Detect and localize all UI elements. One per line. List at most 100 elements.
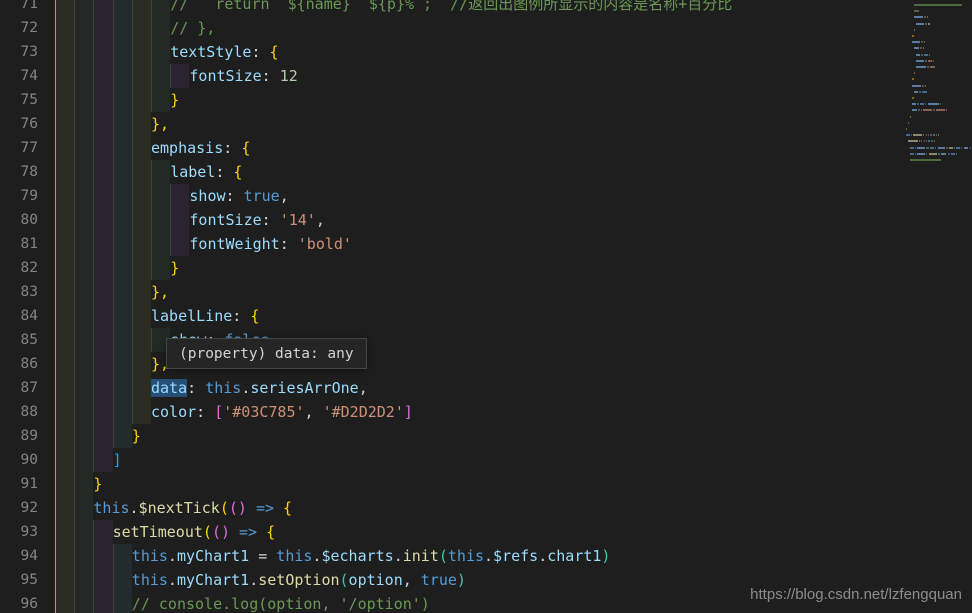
minimap-line <box>932 59 935 62</box>
minimap-line <box>928 152 938 155</box>
code-line[interactable]: }, <box>46 280 926 304</box>
indent-guide-line <box>112 376 114 400</box>
code-line[interactable]: label: { <box>46 160 926 184</box>
indent-guide-line <box>93 424 95 448</box>
indent-guide-line <box>151 40 152 64</box>
indent-guide-line <box>74 376 76 400</box>
indent-guide-line <box>93 280 95 304</box>
indent-guide-line <box>74 448 76 472</box>
code-line[interactable]: show: true, <box>46 184 926 208</box>
watermark-text: https://blog.csdn.net/lzfengquan <box>750 586 962 603</box>
code-token: ) <box>601 547 611 565</box>
code-line[interactable]: emphasis: { <box>46 136 926 160</box>
indent-guide-line <box>170 184 172 208</box>
code-line-text: // }, <box>170 16 215 40</box>
code-line[interactable]: textStyle: { <box>46 40 926 64</box>
indent-guide-block <box>112 256 132 280</box>
indent-guide-block <box>151 88 171 112</box>
code-line[interactable]: } <box>46 472 926 496</box>
indent-guide-line <box>112 112 114 136</box>
code-line[interactable]: setTimeout(() => { <box>46 520 926 544</box>
minimap[interactable] <box>900 0 972 613</box>
active-indent-guide <box>55 160 56 184</box>
indent-guide-block <box>131 256 151 280</box>
indent-guide-block <box>93 0 113 16</box>
code-line[interactable]: labelLine: { <box>46 304 926 328</box>
code-line-text: }, <box>151 280 169 304</box>
indent-guide-line <box>131 136 133 160</box>
indent-guide-line <box>151 232 152 256</box>
indent-guide-line <box>74 256 76 280</box>
indent-guide-line <box>170 208 172 232</box>
code-token: fontSize <box>189 211 262 229</box>
code-line[interactable]: // return `${name} ${p}%`; //返回出图例所显示的内容… <box>46 0 926 16</box>
indent-guide-line <box>151 208 152 232</box>
line-number: 89 <box>20 428 38 444</box>
code-token: { <box>283 499 293 517</box>
code-line[interactable]: this.myChart1 = this.$echarts.init(this.… <box>46 544 926 568</box>
indent-guide-block <box>112 424 132 448</box>
code-line[interactable]: // }, <box>46 16 926 40</box>
indent-guide-line <box>112 544 114 568</box>
minimap-line <box>916 53 920 56</box>
minimap-line <box>913 134 922 137</box>
minimap-line <box>912 103 916 106</box>
editor-code-area[interactable]: // return `${name} ${p}%`; //返回出图例所显示的内容… <box>46 0 926 613</box>
code-token: { <box>266 523 276 541</box>
indent-guide-block <box>93 520 113 544</box>
indent-guide-block <box>112 376 132 400</box>
minimap-line <box>946 146 948 149</box>
indent-guide-line <box>93 376 95 400</box>
indent-guide-block <box>93 448 113 472</box>
code-line[interactable]: }, <box>46 112 926 136</box>
minimap-line <box>963 146 969 149</box>
indent-guide-block <box>93 568 113 592</box>
indent-guide-line <box>74 40 76 64</box>
code-line[interactable]: fontSize: 12 <box>46 64 926 88</box>
code-line[interactable]: } <box>46 256 926 280</box>
indent-guide-block <box>170 208 190 232</box>
indent-guide-block <box>151 160 171 184</box>
code-token: , <box>402 571 421 589</box>
code-editor[interactable]: // return `${name} ${p}%`; //返回出图例所显示的内容… <box>0 0 972 613</box>
indent-guide-line <box>74 64 76 88</box>
code-token: textStyle <box>170 43 252 61</box>
indent-guide-block <box>112 592 132 613</box>
line-number: 92 <box>20 500 38 516</box>
indent-guide-line <box>112 232 114 256</box>
code-token: this <box>205 379 242 397</box>
code-token: '14' <box>279 211 316 229</box>
code-token: emphasis <box>151 139 224 157</box>
minimap-line <box>937 146 946 149</box>
active-indent-guide <box>55 352 56 376</box>
indent-guide-block <box>93 16 113 40</box>
code-line[interactable]: data: this.seriesArrOne, <box>46 376 926 400</box>
minimap-line <box>928 140 931 143</box>
code-token: this <box>93 499 130 517</box>
minimap-line <box>923 109 932 112</box>
code-token: fontSize <box>189 67 262 85</box>
indent-guide-block <box>74 592 94 613</box>
code-line[interactable]: ] <box>46 448 926 472</box>
code-line[interactable]: } <box>46 424 926 448</box>
code-line[interactable]: } <box>46 88 926 112</box>
minimap-line <box>923 16 926 19</box>
indent-guide-line <box>112 136 114 160</box>
indent-guide-line <box>131 112 133 136</box>
active-indent-guide <box>55 424 56 448</box>
minimap-line <box>929 53 931 56</box>
active-indent-guide <box>55 16 56 40</box>
code-line-text: show: true, <box>189 184 288 208</box>
indent-guide-line <box>131 280 133 304</box>
code-line[interactable]: this.$nextTick(() => { <box>46 496 926 520</box>
indent-guide-line <box>74 0 76 16</box>
code-line[interactable]: fontSize: '14', <box>46 208 926 232</box>
minimap-line <box>917 146 925 149</box>
indent-guide-block <box>55 232 75 256</box>
code-line[interactable]: fontWeight: 'bold' <box>46 232 926 256</box>
code-line[interactable]: color: ['#03C785', '#D2D2D2'] <box>46 400 926 424</box>
indent-guide-block <box>74 544 94 568</box>
indent-guide-block <box>170 64 190 88</box>
minimap-line <box>919 90 921 93</box>
indent-guide-block <box>131 40 151 64</box>
